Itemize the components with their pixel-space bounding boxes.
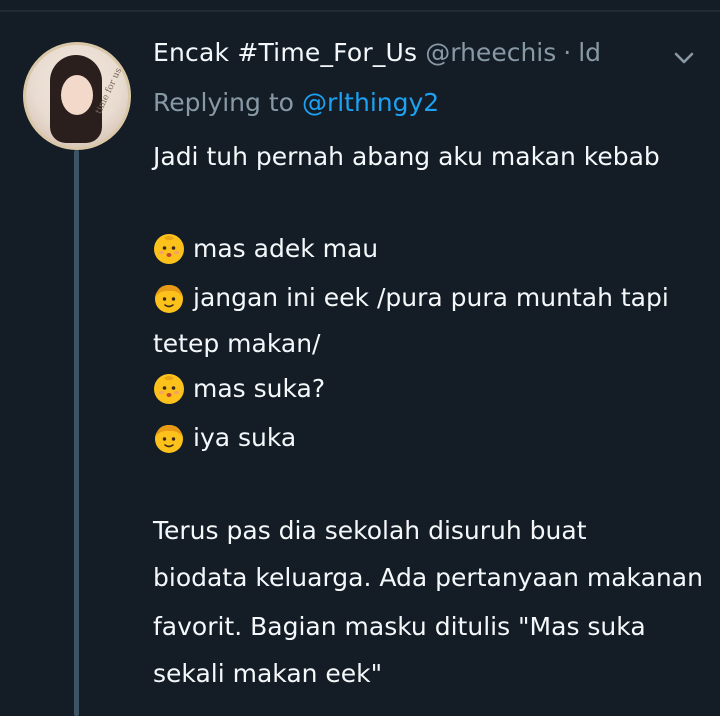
tweet-timestamp[interactable]: ld — [578, 38, 601, 67]
replying-to-label: Replying to — [153, 88, 294, 117]
boy-face-icon — [155, 425, 183, 453]
header-separator: · — [563, 38, 572, 67]
chevron-down-icon[interactable] — [672, 48, 696, 68]
tweet-text-line: Jadi tuh pernah abang aku makan kebab — [153, 142, 660, 171]
replying-to-mention[interactable]: @rlthingy2 — [302, 88, 439, 117]
baby-face-icon — [154, 234, 184, 264]
avatar[interactable]: time for us — [23, 42, 131, 150]
avatar-face — [61, 75, 93, 115]
tweet-text-line: tetep makan/ — [153, 329, 321, 358]
tweet-text-line: mas suka? — [153, 373, 703, 405]
tweet-text-line: mas adek mau — [153, 233, 703, 265]
boy-face-icon — [155, 285, 183, 313]
tweet-text-line: jangan ini eek /pura pura muntah tapi — [153, 282, 703, 314]
tweet-text: jangan ini eek /pura pura muntah tapi — [193, 283, 669, 312]
thread-connector-line — [74, 150, 79, 716]
tweet-text-line: sekali makan eek" — [153, 659, 383, 688]
baby-face-icon — [154, 374, 184, 404]
tweet-text-line: biodata keluarga. Ada pertanyaan makanan — [153, 563, 703, 592]
top-divider — [0, 10, 720, 12]
tweet-text: mas suka? — [193, 374, 326, 403]
replying-to: Replying to @rlthingy2 — [153, 88, 439, 117]
tweet-header: Encak #Time_For_Us @rheechis · ld — [153, 38, 601, 74]
tweet-text: iya suka — [193, 423, 297, 452]
tweet-text-line: Terus pas dia sekolah disuruh buat — [153, 516, 587, 545]
display-name[interactable]: Encak #Time_For_Us — [153, 38, 417, 67]
tweet-text-line: iya suka — [153, 422, 703, 454]
tweet-text: mas adek mau — [193, 234, 379, 263]
user-handle[interactable]: @rheechis — [425, 38, 556, 67]
tweet-text-line: favorit. Bagian masku ditulis "Mas suka — [153, 612, 646, 641]
